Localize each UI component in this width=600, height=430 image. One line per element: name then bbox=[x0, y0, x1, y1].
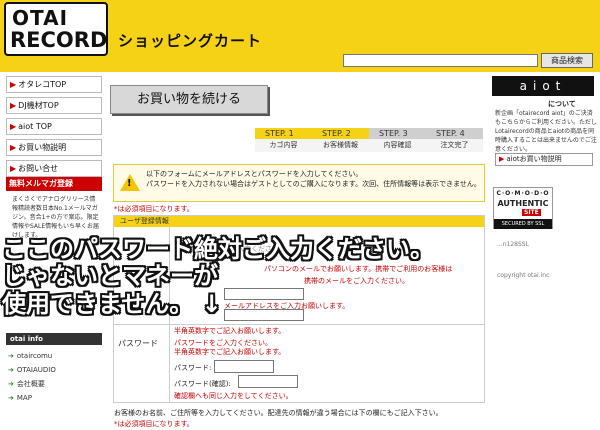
nav-item-contact[interactable]: ▶ お問い合せ bbox=[6, 160, 102, 177]
otai-link-company[interactable]: ➔ 会社概要 bbox=[8, 377, 102, 391]
step-name: カゴ内容 bbox=[255, 139, 312, 152]
email-input[interactable] bbox=[224, 288, 304, 300]
arrow-right-icon: ▶ bbox=[10, 122, 17, 131]
mailmag-description: まくさくでアナログリリース情報精読者数日本No.1メールマガジン。音合1+の方で… bbox=[12, 196, 100, 239]
email-hint-1: パソコンのメールでお願いします。携帯でご利用のお客様は bbox=[264, 265, 453, 273]
nav-item-dj-top[interactable]: ▶ DJ機材TOP bbox=[6, 97, 102, 114]
aiot-about-label: について bbox=[548, 100, 576, 108]
arrow-right-icon: ➔ bbox=[8, 380, 14, 388]
arrow-right-icon: ➔ bbox=[8, 352, 14, 360]
otai-info-header: otai info bbox=[6, 333, 102, 345]
alnum-hint: 半角英数字でご記入お願いします。 bbox=[174, 327, 286, 335]
arrow-right-icon: ▶ bbox=[10, 164, 17, 173]
comodo-ssl-badge[interactable]: C·O·M·O·D·O AUTHENTIC SITE SECURED BY SS… bbox=[493, 187, 553, 229]
notice-box: ! 以下のフォームにメールアドレスとパスワードを入力してください。 パスワードを… bbox=[113, 164, 485, 202]
required-note-bottom: *は必須項目になります。 bbox=[114, 420, 194, 428]
arrow-right-icon: ➔ bbox=[8, 394, 14, 402]
ssl-note: ...n128SSL bbox=[497, 241, 529, 248]
page-title: ショッピングカート bbox=[118, 32, 263, 50]
otai-link-otaircomu[interactable]: ➔ otaircomu bbox=[8, 349, 102, 363]
password-input[interactable] bbox=[214, 360, 274, 373]
nav-item-shopping-guide[interactable]: ▶ お買い物説明 bbox=[6, 139, 102, 156]
step-name: お客様情報 bbox=[312, 139, 369, 152]
site-header: OTAI RECORD ショッピングカート 商品検索 bbox=[0, 0, 600, 72]
step-1: STEP. 1 カゴ内容 bbox=[255, 128, 312, 152]
logo-text-top: OTAI bbox=[12, 6, 69, 30]
mailmag-header[interactable]: 無料メルマガ登録 bbox=[6, 177, 102, 191]
step-name: 注文完了 bbox=[426, 139, 483, 152]
password-confirm-label: パスワード(確認): bbox=[174, 380, 231, 388]
warning-mark: ! bbox=[127, 178, 132, 189]
step-2: STEP. 2 お客様情報 bbox=[312, 128, 369, 152]
ssl-secured: SECURED BY SSL bbox=[494, 219, 552, 229]
aiot-shopping-guide-button[interactable]: ▶ aiotお買い物説明 bbox=[495, 153, 593, 166]
ssl-site: SITE bbox=[522, 209, 541, 216]
ssl-brand: C·O·M·O·D·O bbox=[496, 190, 550, 197]
aiot-description: 新企画「otairecord aiot」のご決済もこちらからご利用ください。ただ… bbox=[495, 110, 598, 153]
nav-item-aiot-top[interactable]: ▶ aiot TOP bbox=[6, 118, 102, 135]
step-4: STEP. 4 注文完了 bbox=[426, 128, 483, 152]
arrow-right-icon: ▶ bbox=[10, 143, 17, 152]
form-title: ユーザ登録情報 bbox=[114, 216, 484, 227]
arrow-right-icon: ➔ bbox=[8, 366, 14, 374]
annotation-line-3: 使用できません。 ↓ bbox=[2, 290, 222, 318]
password-alnum-msg: 半角英数字でご記入お願いします。 bbox=[174, 348, 286, 356]
step-3: STEP. 3 内容確認 bbox=[369, 128, 426, 152]
nav-item-otareco-top[interactable]: ▶ オタレコTOP bbox=[6, 76, 102, 93]
step-label: STEP. 1 bbox=[255, 128, 312, 139]
otai-link-otaiaudio[interactable]: ➔ OTAIAUDIO bbox=[8, 363, 102, 377]
step-label: STEP. 2 bbox=[312, 128, 369, 139]
search-input[interactable] bbox=[343, 54, 538, 67]
copyright: copyright otai.inc bbox=[497, 272, 550, 279]
arrow-right-icon: ▶ bbox=[499, 155, 505, 163]
left-nav: ▶ オタレコTOP ▶ DJ機材TOP ▶ aiot TOP ▶ お買い物説明 ▶ お問い… bbox=[6, 76, 102, 181]
search-button[interactable]: 商品検索 bbox=[541, 53, 593, 68]
row-divider bbox=[114, 324, 484, 325]
otai-link-map[interactable]: ➔ MAP bbox=[8, 391, 102, 405]
continue-shopping-button[interactable]: お買い物を続ける bbox=[110, 85, 268, 114]
logo-text-bottom: RECORD bbox=[10, 28, 108, 52]
annotation-line-2: じゃないとマネーが bbox=[2, 262, 218, 290]
annotation-line-1: ここのパスワード絶対ご入力ください。 bbox=[2, 235, 434, 263]
ssl-authentic: AUTHENTIC bbox=[497, 199, 549, 208]
arrow-right-icon: ▶ bbox=[10, 101, 17, 110]
step-name: 内容確認 bbox=[369, 139, 426, 152]
arrow-right-icon: ▶ bbox=[10, 80, 17, 89]
step-label: STEP. 4 bbox=[426, 128, 483, 139]
password-label: パスワード bbox=[118, 339, 158, 348]
notice-text: 以下のフォームにメールアドレスとパスワードを入力してください。 パスワードを入力… bbox=[146, 170, 481, 188]
aiot-logo[interactable]: aiot bbox=[492, 76, 594, 96]
otai-record-logo[interactable]: OTAI RECORD bbox=[4, 2, 108, 56]
email-confirm-input[interactable] bbox=[224, 309, 304, 321]
address-note: お客様のお名前、ご住所等を入力してください。配達先の情報が違う場合には下の欄にも… bbox=[114, 409, 443, 417]
password-field-label: パスワード: bbox=[174, 364, 212, 372]
required-note: *は必須項目になります。 bbox=[114, 205, 194, 213]
step-label: STEP. 3 bbox=[369, 128, 426, 139]
email-hint-2: 携帯のメールをご入力ください。 bbox=[304, 277, 409, 285]
otai-info-list: ➔ otaircomu ➔ OTAIAUDIO ➔ 会社概要 ➔ MAP bbox=[8, 349, 102, 405]
password-confirm-input[interactable] bbox=[238, 375, 298, 388]
password-confirm-msg: 確認欄へも同じ入力をしてください。 bbox=[174, 392, 293, 400]
